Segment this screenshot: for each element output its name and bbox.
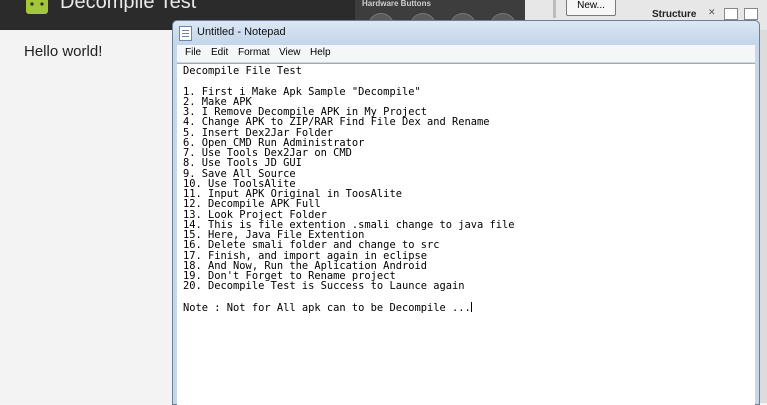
notepad-title: Untitled - Notepad [197, 26, 286, 38]
new-button[interactable]: New... [566, 0, 616, 16]
menu-help[interactable]: Help [310, 47, 331, 58]
emulator-app-title: Decompile Test [60, 0, 197, 13]
android-logo-icon [26, 0, 48, 14]
structure-panel-label: Structure [652, 9, 697, 20]
emulator-screen [0, 30, 178, 403]
close-icon[interactable]: ✕ [708, 8, 716, 18]
hello-world-text: Hello world! [24, 43, 103, 60]
menu-file[interactable]: File [185, 47, 201, 58]
notepad-menu-bar: File Edit Format View Help [177, 45, 755, 63]
notepad-content: Decompile File Test 1. First i Make Apk … [183, 65, 515, 314]
hardware-buttons-label: Hardware Buttons [362, 0, 431, 8]
menu-view[interactable]: View [279, 47, 301, 58]
notepad-text-area[interactable]: Decompile File Test 1. First i Make Apk … [177, 63, 755, 405]
minimize-view-icon[interactable] [724, 8, 738, 20]
ide-separator [553, 0, 556, 18]
notepad-title-bar[interactable]: Untitled - Notepad [173, 21, 759, 45]
text-caret [470, 301, 472, 312]
notepad-icon [179, 26, 192, 41]
notepad-window: Untitled - Notepad File Edit Format View… [172, 20, 760, 405]
menu-edit[interactable]: Edit [211, 47, 228, 58]
menu-format[interactable]: Format [238, 47, 270, 58]
maximize-view-icon[interactable] [744, 8, 758, 20]
